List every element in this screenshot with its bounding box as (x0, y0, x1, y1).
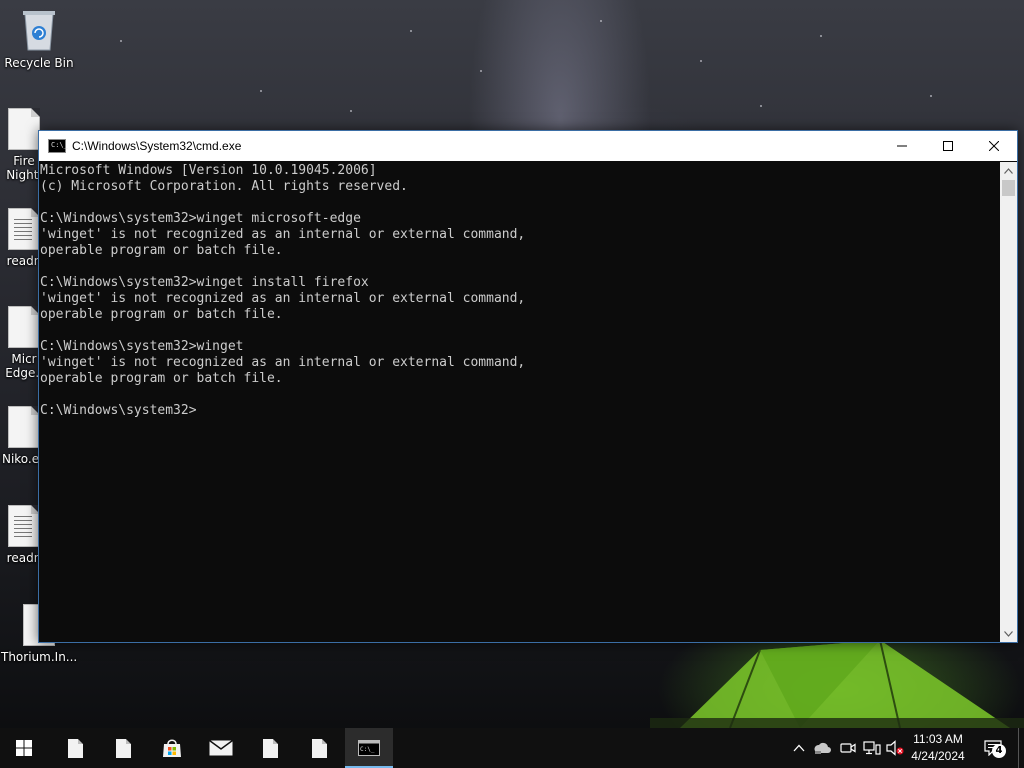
show-hidden-icons-button[interactable] (789, 728, 809, 768)
window-title: C:\Windows\System32\cmd.exe (72, 139, 242, 153)
minimize-button[interactable] (879, 131, 925, 161)
file-icon (115, 738, 131, 758)
vertical-scrollbar[interactable] (1000, 162, 1017, 642)
desktop-icon-label: readn (6, 254, 42, 268)
cmd-icon: C:\_ (48, 139, 68, 153)
maximize-icon (943, 141, 953, 151)
tray-meet-now-button[interactable] (837, 728, 859, 768)
taskbar-app-file-4[interactable] (295, 728, 343, 768)
text-file-icon (8, 208, 40, 250)
meet-now-icon (840, 743, 856, 753)
taskbar-app-file-2[interactable] (99, 728, 147, 768)
taskbar-app-file-1[interactable] (51, 728, 99, 768)
file-icon (8, 108, 40, 150)
volume-muted-icon (886, 740, 904, 756)
console-output[interactable]: Microsoft Windows [Version 10.0.19045.20… (39, 162, 1000, 642)
scroll-up-button[interactable] (1000, 162, 1017, 179)
cmd-window[interactable]: C:\_ C:\Windows\System32\cmd.exe Microso… (38, 130, 1018, 643)
svg-text:C:\_: C:\_ (360, 746, 375, 753)
desktop-icon-label: Recycle Bin (4, 56, 74, 70)
window-titlebar[interactable]: C:\_ C:\Windows\System32\cmd.exe (39, 131, 1017, 161)
tent-illustration (650, 640, 1024, 728)
file-icon (67, 738, 83, 758)
text-file-icon (8, 505, 40, 547)
notification-count-badge: 4 (992, 744, 1006, 758)
mail-icon (209, 740, 233, 756)
tray-network-button[interactable] (861, 728, 883, 768)
chevron-up-icon (1004, 167, 1013, 174)
taskbar-app-file-3[interactable] (246, 728, 294, 768)
chevron-down-icon (1004, 630, 1013, 637)
console-text: Microsoft Windows [Version 10.0.19045.20… (40, 163, 526, 418)
desktop-icon-label: Thorium.In... (1, 650, 78, 664)
recycle-bin-icon (23, 11, 55, 51)
minimize-icon (897, 145, 907, 147)
tray-cloud-button[interactable] (812, 728, 834, 768)
start-button[interactable] (0, 728, 48, 768)
clock-date: 4/24/2024 (911, 749, 965, 763)
cmd-icon: C:\_ (358, 740, 380, 756)
taskbar-app-microsoft-store[interactable] (148, 728, 196, 768)
file-icon (8, 306, 40, 348)
cloud-icon (814, 742, 831, 754)
file-icon (8, 406, 40, 448)
taskbar: C:\_ 11:03 AM 4/24/2024 4 (0, 728, 1024, 768)
show-desktop-button[interactable] (1018, 728, 1019, 768)
tray-volume-button[interactable] (884, 728, 906, 768)
desktop-icon-label: Fire Nightl (6, 154, 42, 182)
taskbar-app-mail[interactable] (197, 728, 245, 768)
desktop-icon-label: readn (6, 551, 42, 565)
clock-time: 11:03 AM (913, 732, 963, 746)
network-icon (863, 741, 881, 755)
chevron-up-icon (793, 744, 805, 752)
taskbar-clock[interactable]: 11:03 AM 4/24/2024 (905, 731, 971, 765)
close-button[interactable] (971, 131, 1017, 161)
microsoft-store-icon (163, 739, 181, 757)
scroll-thumb[interactable] (1002, 180, 1015, 196)
close-icon (989, 141, 999, 151)
windows-start-icon (16, 740, 32, 756)
scroll-down-button[interactable] (1000, 625, 1017, 642)
taskbar-app-cmd[interactable]: C:\_ (345, 728, 393, 768)
maximize-button[interactable] (925, 131, 971, 161)
desktop-icon-recycle-bin[interactable]: Recycle Bin (1, 6, 77, 70)
file-icon (311, 738, 327, 758)
file-icon (262, 738, 278, 758)
